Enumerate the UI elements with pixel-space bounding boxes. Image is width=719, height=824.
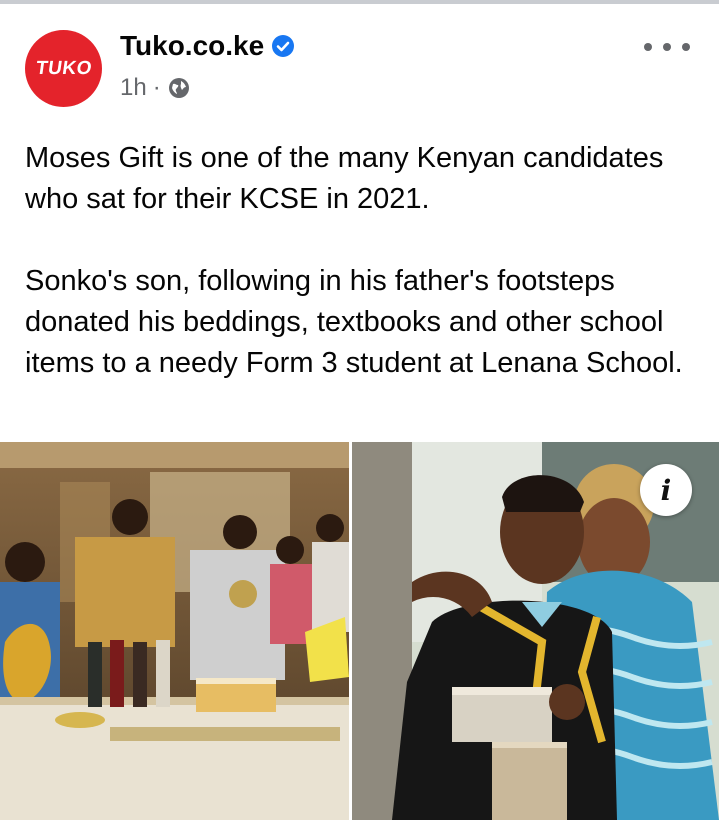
page-name-link[interactable]: Tuko.co.ke (120, 30, 295, 62)
info-icon[interactable]: i (640, 464, 692, 516)
meta-separator: · (152, 74, 161, 101)
post-photo-celebration[interactable] (0, 442, 349, 820)
more-dot (682, 43, 690, 51)
tuko-logo: TUKO (34, 57, 93, 79)
page-avatar[interactable]: TUKO (25, 30, 102, 107)
verified-badge-icon (272, 35, 295, 57)
page-name: Tuko.co.ke (120, 30, 265, 61)
post-header: TUKO Tuko.co.ke 1h · (0, 4, 719, 122)
post-meta: 1h · (120, 74, 191, 102)
celebration-photo-illustration (0, 442, 349, 820)
post-paragraph: Moses Gift is one of the many Kenyan can… (25, 142, 664, 215)
post-paragraph: Sonko's son, following in his father's f… (25, 265, 683, 379)
post-body: Moses Gift is one of the many Kenyan can… (25, 138, 705, 384)
globe-icon (168, 78, 189, 98)
more-options-icon[interactable] (644, 32, 690, 62)
more-dot (663, 43, 671, 51)
post-timestamp[interactable]: 1h (120, 74, 147, 102)
more-dot (644, 43, 652, 51)
